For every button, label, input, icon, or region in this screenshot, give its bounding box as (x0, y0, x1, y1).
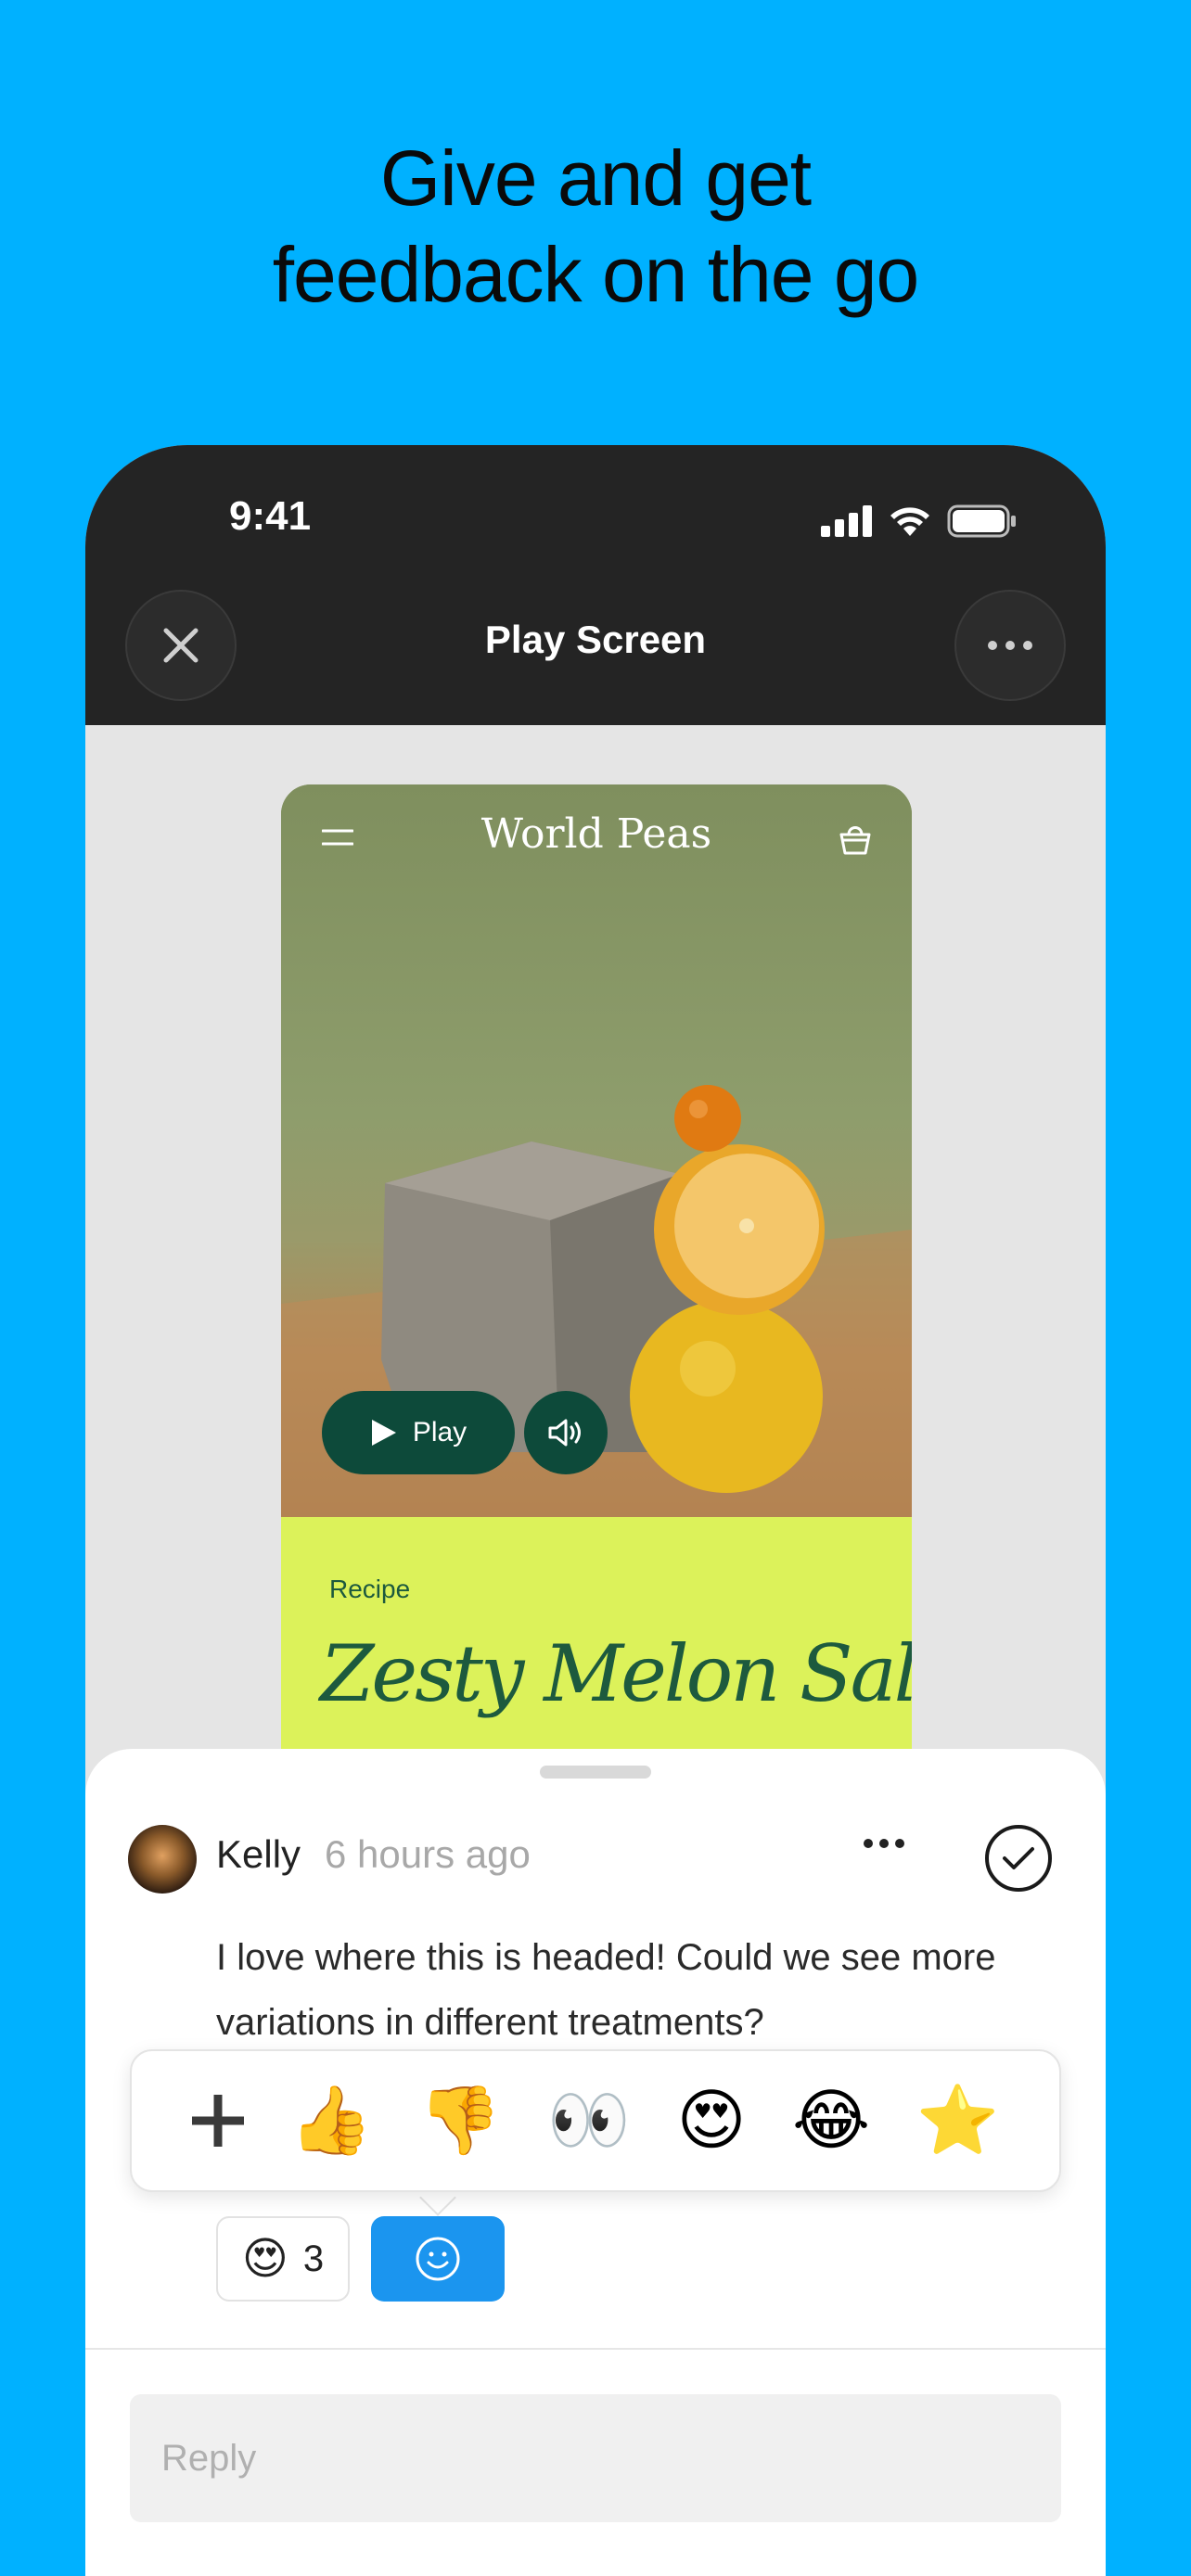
headline: Give and get feedback on the go (0, 130, 1191, 323)
page-title: Play Screen (484, 618, 707, 661)
more-icon[interactable] (863, 1838, 905, 1849)
more-options-button[interactable] (954, 590, 1066, 701)
basket-icon[interactable] (838, 822, 873, 855)
speaker-icon (548, 1419, 581, 1447)
check-icon (1003, 1847, 1034, 1869)
headline-line-1: Give and get (379, 134, 812, 222)
add-emoji-button[interactable] (191, 2095, 244, 2147)
hamburger-icon[interactable] (322, 827, 353, 848)
comment-author: Kelly (216, 1832, 301, 1876)
add-reaction-button[interactable] (371, 2216, 505, 2302)
signal-icon (821, 505, 872, 537)
smiley-icon (416, 2237, 460, 2281)
play-icon (371, 1420, 396, 1446)
reaction-chip[interactable]: 😍 3 (216, 2216, 350, 2302)
comment-timestamp: 6 hours ago (325, 1832, 531, 1876)
sound-button[interactable] (524, 1391, 608, 1474)
recipe-title: Zesty Melon Salsa (320, 1628, 912, 1719)
emoji-thumbs-up[interactable]: 👍 (289, 2087, 373, 2154)
reply-input[interactable] (130, 2394, 1061, 2522)
status-time: 9:41 (229, 493, 312, 539)
emoji-thumbs-down[interactable]: 👎 (418, 2087, 502, 2154)
more-icon (988, 641, 1032, 650)
emoji-heart-eyes[interactable]: 😍 (677, 2087, 747, 2154)
avatar (128, 1825, 197, 1894)
hero-image: World Peas Play (281, 784, 912, 1517)
play-button[interactable]: Play (322, 1391, 515, 1474)
wifi-icon (890, 507, 929, 536)
reaction-count: 3 (302, 2238, 325, 2279)
headline-line-2: feedback on the go (272, 231, 920, 318)
emoji-star[interactable]: ⭐ (916, 2087, 1000, 2154)
status-icons (821, 504, 1018, 538)
top-bar: 9:41 Play Screen (85, 445, 1106, 725)
emoji-eyes[interactable]: 👀 (547, 2087, 631, 2154)
sheet-grabber[interactable] (540, 1766, 651, 1779)
emoji-tears-of-joy[interactable]: 😂 (792, 2087, 870, 2154)
comment-text: I love where this is headed! Could we se… (216, 1937, 996, 2043)
brand-title: World Peas (480, 810, 712, 858)
reaction-emoji: 😍 (241, 2235, 288, 2284)
prototype-preview[interactable]: World Peas Play Recipe Zesty Melon Sa (281, 784, 912, 1804)
resolve-button[interactable] (985, 1825, 1052, 1892)
divider (85, 2348, 1106, 2350)
battery-icon (947, 504, 1016, 538)
recipe-label: Recipe (329, 1575, 411, 1603)
play-label: Play (412, 1417, 467, 1447)
reaction-picker: 👍 👎 👀 😍 😂 ⭐ (130, 2049, 1061, 2192)
